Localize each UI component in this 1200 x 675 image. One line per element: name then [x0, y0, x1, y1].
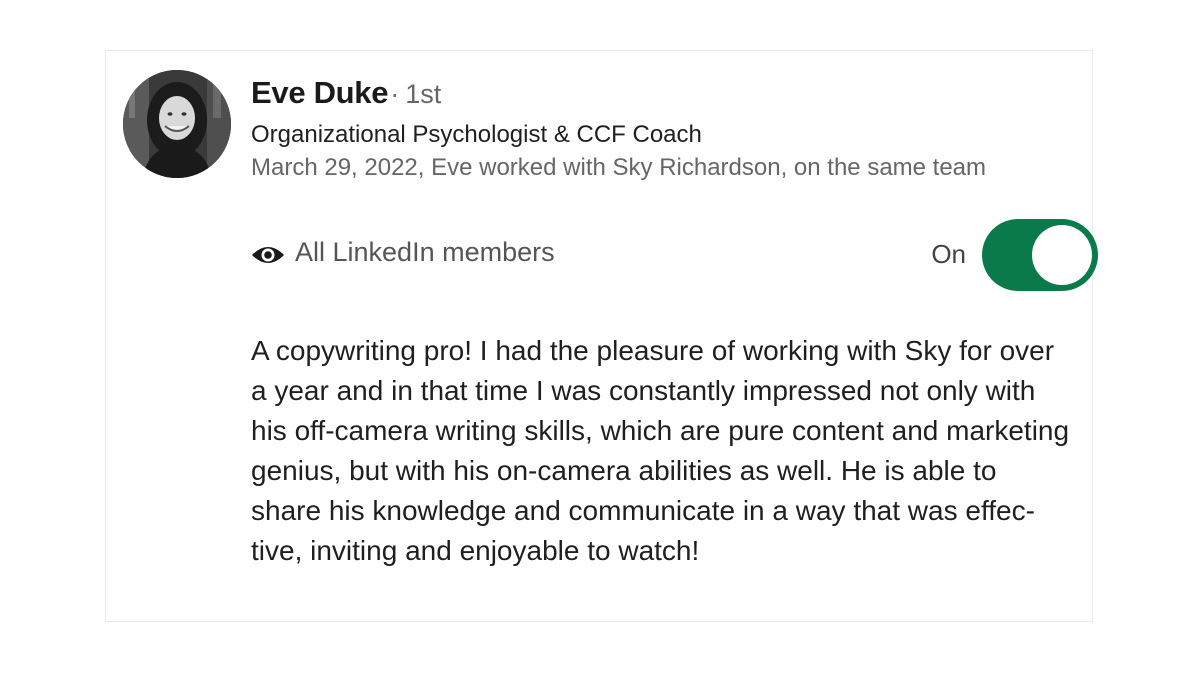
recommendation-meta: March 29, 2022, Eve worked with Sky Rich… [251, 154, 987, 181]
avatar[interactable] [123, 70, 231, 178]
author-info: Eve Duke · 1st Organizational Psychologi… [251, 75, 1081, 185]
toggle-knob [1032, 225, 1092, 285]
name-line: Eve Duke · 1st [251, 75, 1081, 117]
visibility-row: All LinkedIn members On [251, 219, 1098, 291]
author-headline: Organizational Psychologist & CCF Coach [251, 121, 702, 148]
visibility-toggle[interactable] [982, 219, 1098, 291]
recommendation-card: Eve Duke · 1st Organizational Psychologi… [105, 50, 1098, 622]
eye-icon [252, 247, 284, 263]
author-name[interactable]: Eve Duke [251, 75, 388, 111]
connection-degree: 1st [405, 79, 442, 109]
recommendation-text: A copywriting pro! I had the pleasure of… [251, 335, 1070, 566]
toggle-state-label: On [931, 239, 966, 269]
degree-separator: · [390, 79, 400, 109]
avatar-photo [123, 70, 231, 178]
visibility-label: All LinkedIn members [295, 237, 555, 267]
